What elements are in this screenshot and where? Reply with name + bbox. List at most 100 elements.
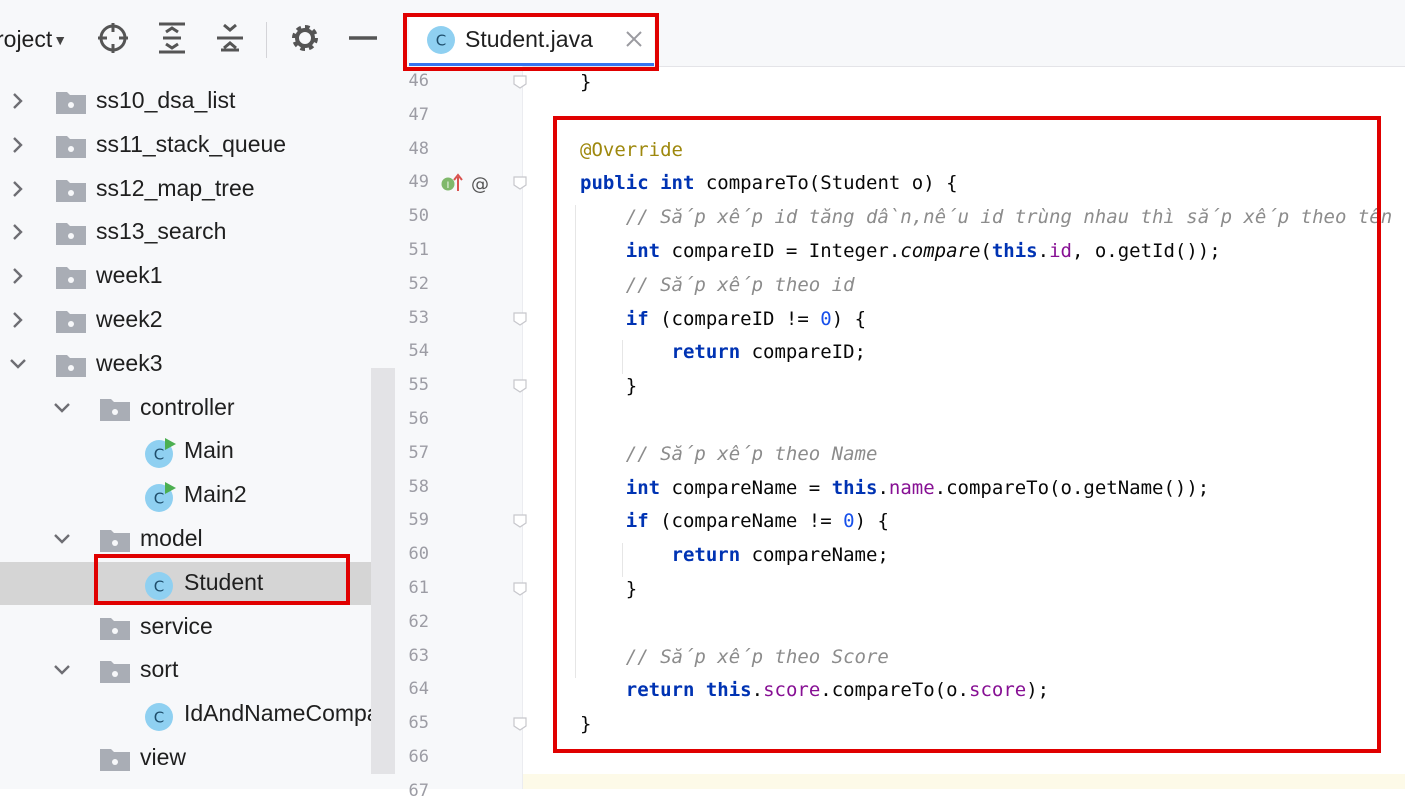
line-number: 59 bbox=[408, 510, 429, 531]
tree-item-main[interactable]: C Main bbox=[0, 430, 395, 473]
tree-item-week1[interactable]: week1 bbox=[0, 255, 395, 298]
project-view-selector[interactable]: roject▼ bbox=[0, 26, 67, 53]
tree-item-ss13-search[interactable]: ss13_search bbox=[0, 211, 395, 254]
tree-item-controller[interactable]: controller bbox=[0, 387, 395, 430]
tree-item-ss11-stack-queue[interactable]: ss11_stack_queue bbox=[0, 124, 395, 167]
toolbar-separator bbox=[266, 22, 267, 58]
code-line[interactable]: } bbox=[580, 712, 591, 736]
code-line[interactable]: } bbox=[580, 577, 637, 601]
tree-item-ss12-map-tree[interactable]: ss12_map_tree bbox=[0, 168, 395, 211]
code-line[interactable]: // Sắp xếp theo Name bbox=[580, 442, 878, 466]
chevron-right-icon[interactable] bbox=[7, 265, 29, 287]
tree-item-label: ss13_search bbox=[96, 218, 227, 245]
chevron-right-icon[interactable] bbox=[7, 90, 29, 112]
svg-text:C: C bbox=[154, 709, 164, 727]
chevron-down-icon[interactable] bbox=[51, 659, 73, 681]
indent-guide bbox=[622, 340, 623, 375]
gear-icon[interactable] bbox=[287, 20, 323, 56]
tree-item-idandnamecomparator[interactable]: C IdAndNameComparator bbox=[0, 693, 395, 736]
folder-icon bbox=[56, 179, 86, 202]
tree-item-label: ss11_stack_queue bbox=[96, 130, 287, 157]
tree-item-service[interactable]: service bbox=[0, 606, 395, 649]
folder-icon bbox=[100, 749, 130, 771]
locate-file-icon[interactable] bbox=[95, 20, 131, 56]
chevron-right-icon[interactable] bbox=[7, 221, 29, 243]
project-scrollbar[interactable] bbox=[371, 368, 395, 774]
line-number: 52 bbox=[408, 273, 429, 294]
runnable-class-icon: C bbox=[145, 438, 176, 469]
tree-item-student[interactable]: C Student bbox=[0, 561, 395, 605]
expand-all-icon[interactable] bbox=[154, 20, 190, 56]
editor-area: C Student.java 46 47 48 49 50 51 52 53 54 55 56 57 5… bbox=[395, 0, 1405, 801]
line-number: 57 bbox=[408, 442, 429, 463]
tree-item-week3[interactable]: week3 bbox=[0, 343, 395, 386]
code-line[interactable]: // Sắp xếp id tăng dần,nếu id trùng nhau… bbox=[580, 205, 1392, 229]
code-line[interactable]: if (compareID != 0) { bbox=[580, 307, 866, 331]
tree-item-week2[interactable]: week2 bbox=[0, 299, 395, 342]
chevron-right-icon[interactable] bbox=[7, 134, 29, 156]
implements-method-icon[interactable]: I @ bbox=[439, 171, 499, 195]
code-editor[interactable]: } @Override public int compareTo(Student o… bbox=[523, 66, 1405, 789]
tree-item-view[interactable]: view bbox=[0, 737, 395, 780]
chevron-down-icon[interactable] bbox=[51, 397, 73, 419]
line-number: 66 bbox=[408, 747, 429, 767]
tree-item-label: Main bbox=[184, 437, 234, 464]
tree-item-label: view bbox=[140, 744, 187, 770]
tree-item-label: service bbox=[140, 612, 213, 639]
close-icon[interactable] bbox=[623, 28, 645, 50]
svg-text:C: C bbox=[154, 577, 164, 595]
line-number: 55 bbox=[408, 375, 429, 396]
tree-item-main2[interactable]: C Main2 bbox=[0, 474, 395, 517]
code-line[interactable]: int compareName = this.name.compareTo(o.… bbox=[580, 476, 1209, 500]
tree-item-model[interactable]: model bbox=[0, 518, 395, 561]
folder-icon bbox=[56, 267, 86, 290]
code-line[interactable]: @Override bbox=[580, 138, 683, 162]
line-number: 60 bbox=[408, 544, 429, 565]
folder-icon bbox=[100, 661, 130, 684]
code-line[interactable]: int compareID = Integer.compare(this.id,… bbox=[580, 239, 1221, 263]
tree-item-label: model bbox=[140, 525, 203, 551]
code-line[interactable]: if (compareName != 0) { bbox=[580, 509, 889, 533]
folder-icon bbox=[56, 223, 86, 246]
class-icon: C bbox=[145, 571, 173, 600]
code-line[interactable]: } bbox=[580, 374, 637, 398]
tree-item-label: IdAndNameComparator bbox=[184, 700, 395, 727]
chevron-down-icon[interactable] bbox=[7, 353, 29, 375]
line-number: 48 bbox=[408, 138, 429, 159]
current-line-highlight bbox=[523, 774, 1405, 789]
editor-tab-bar: C Student.java bbox=[395, 0, 1405, 67]
code-line[interactable]: public int compareTo(Student o) { bbox=[580, 171, 958, 195]
minimize-icon[interactable] bbox=[345, 20, 381, 56]
chevron-right-icon[interactable] bbox=[7, 178, 29, 200]
project-view-title: roject bbox=[0, 26, 53, 52]
line-number: 47 bbox=[408, 104, 429, 125]
runnable-class-icon: C bbox=[145, 482, 176, 513]
tree-item-label: week2 bbox=[96, 306, 163, 332]
code-line[interactable]: // Sắp xếp theo id bbox=[580, 273, 855, 297]
line-number: 46 bbox=[408, 71, 429, 91]
code-line[interactable]: return this.score.compareTo(o.score); bbox=[580, 678, 1049, 702]
code-line[interactable]: // Sắp xếp theo Score bbox=[580, 645, 889, 669]
indent-guide bbox=[575, 205, 576, 679]
folder-icon bbox=[100, 530, 130, 552]
collapse-all-icon[interactable] bbox=[212, 20, 248, 56]
code-line[interactable]: return compareName; bbox=[580, 543, 889, 567]
chevron-right-icon[interactable] bbox=[7, 309, 29, 331]
tree-item-ss10-dsa-list[interactable]: ss10_dsa_list bbox=[0, 80, 395, 123]
tree-item-sort[interactable]: sort bbox=[0, 649, 395, 692]
tree-item-label: ss12_map_tree bbox=[96, 174, 255, 201]
svg-text:C: C bbox=[154, 446, 164, 464]
tree-item-label: Main2 bbox=[184, 481, 247, 508]
tree-item-label: week1 bbox=[96, 262, 163, 289]
tab-student-java[interactable]: C Student.java bbox=[409, 14, 654, 66]
line-number: 54 bbox=[408, 341, 429, 362]
indent-guide bbox=[622, 543, 623, 577]
line-number: 50 bbox=[408, 206, 429, 227]
folder-icon bbox=[56, 135, 86, 158]
chevron-down-icon[interactable] bbox=[51, 528, 73, 550]
code-line[interactable]: } bbox=[580, 70, 591, 94]
line-number: 65 bbox=[408, 713, 429, 734]
folder-icon bbox=[56, 92, 86, 114]
line-number: 49 bbox=[408, 172, 429, 193]
folder-icon bbox=[100, 398, 130, 421]
